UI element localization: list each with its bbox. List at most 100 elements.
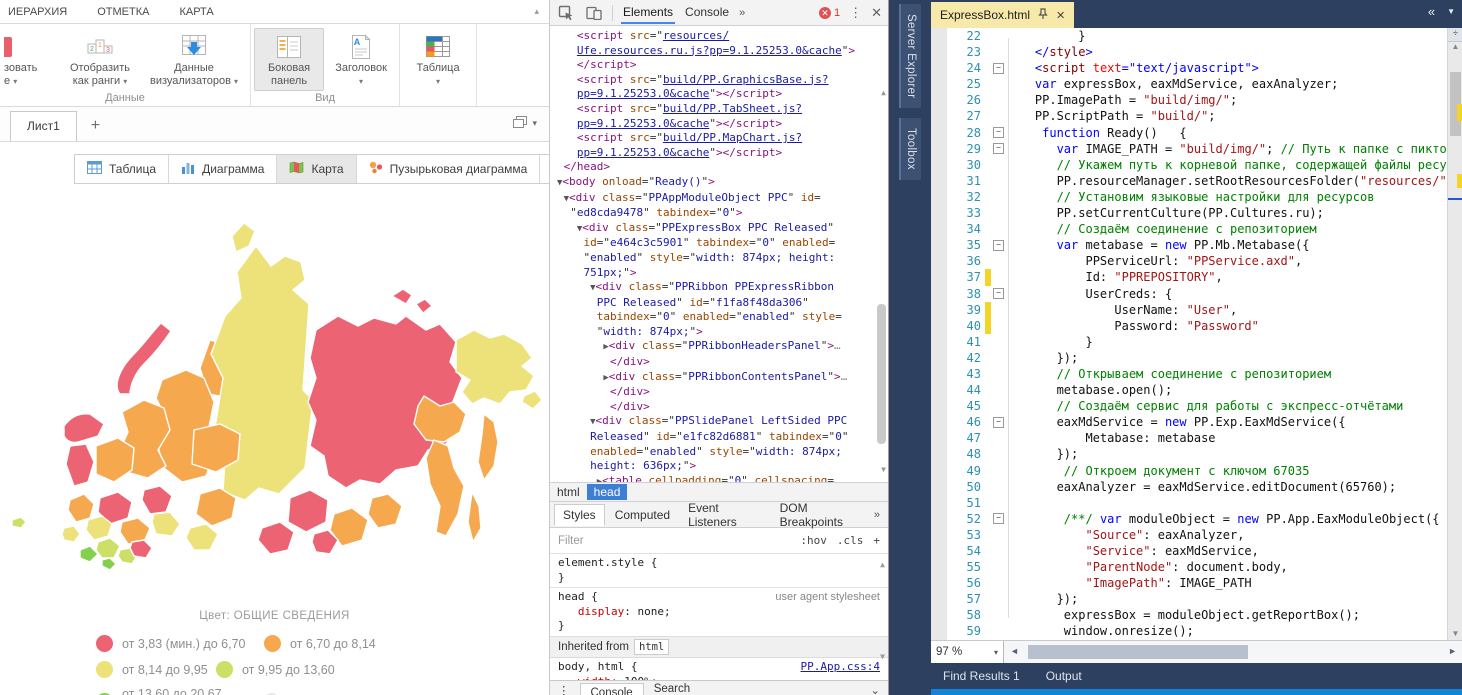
dom-tree-line[interactable]: pp=9.1.25253.0&cache"></script>: [557, 146, 874, 161]
code-line[interactable]: 27 PP.ScriptPath = "build/";: [947, 108, 1447, 124]
dom-tree-line[interactable]: ▼<div class="PPAppModuleObject PPC" id=: [557, 191, 874, 207]
fold-column[interactable]: −: [991, 237, 1006, 253]
dom-tree-line[interactable]: PPC Released" id="f1fa8f48da306": [557, 296, 874, 311]
code-line[interactable]: 58 expressBox = moduleObject.getReportBo…: [947, 607, 1447, 623]
map-region[interactable]: [96, 538, 120, 558]
tab-event-listeners[interactable]: Event Listeners: [680, 498, 770, 532]
ribbon-collapse-icon[interactable]: ▴: [534, 6, 539, 17]
map-region[interactable]: [68, 494, 94, 522]
dom-tree-line[interactable]: ▶<div class="PPRibbonContentsPanel">…: [557, 370, 874, 386]
map-region[interactable]: [62, 526, 80, 542]
code-line[interactable]: 59 window.onresize();: [947, 623, 1447, 639]
map-region[interactable]: [80, 546, 98, 562]
tab-elements[interactable]: Elements: [621, 1, 675, 24]
code-line[interactable]: 47 Metabase: metabase: [947, 430, 1447, 446]
editor-vertical-scrollbar[interactable]: ÷ ▲ ▼: [1447, 28, 1462, 640]
code-line[interactable]: 28− function Ready() {: [947, 125, 1447, 141]
clipped-button[interactable]: зоватье ▾: [3, 28, 59, 91]
code-line[interactable]: 34 // Создаём соединение с репозиторием: [947, 221, 1447, 237]
collapse-region-icon[interactable]: −: [993, 288, 1004, 299]
zoom-dropdown[interactable]: 97 % ▾: [931, 641, 1004, 663]
dom-tree-line[interactable]: </div>: [557, 400, 874, 415]
code-line[interactable]: 33 PP.setCurrentCulture(PP.Cultures.ru);: [947, 205, 1447, 221]
show-as-ranks-button[interactable]: 213Отобразитькак ранги ▾: [61, 28, 139, 91]
ribbon-tab-2[interactable]: ОТМЕТКА: [97, 6, 149, 18]
drawer-tab-search[interactable]: Search: [654, 683, 690, 695]
code-line[interactable]: 41 }: [947, 334, 1447, 350]
map-region[interactable]: [426, 440, 464, 536]
fold-column[interactable]: −: [991, 60, 1006, 76]
visualizer-tab-5[interactable]: Пузырьковое де: [540, 155, 550, 183]
error-badge[interactable]: ✕1: [819, 7, 840, 19]
side-panel-button[interactable]: Боковаяпанель: [254, 28, 324, 91]
new-rule-button[interactable]: +: [873, 534, 880, 547]
dom-tree-line[interactable]: "width: 874px;">: [557, 325, 874, 340]
vs-bottom-tab-output[interactable]: Output: [1046, 669, 1082, 683]
code-line[interactable]: 54 "Service": eaxMdService,: [947, 543, 1447, 559]
drawer-menu-icon[interactable]: ⋮: [558, 683, 570, 695]
sheet-tab[interactable]: Лист1: [10, 111, 77, 141]
data-visualizers-button[interactable]: Данныевизуализаторов ▾: [141, 28, 247, 91]
filter-input[interactable]: Filter: [558, 535, 584, 547]
tab-computed[interactable]: Computed: [607, 505, 678, 525]
code-line[interactable]: 22 }: [947, 28, 1447, 44]
scroll-right-icon[interactable]: ►: [1448, 646, 1457, 656]
ribbon-tab-3[interactable]: КАРТА: [179, 6, 213, 18]
pin-icon[interactable]: [1038, 8, 1048, 23]
scroll-down-icon[interactable]: ▼: [880, 650, 885, 665]
map-region[interactable]: [392, 289, 412, 304]
css-selector[interactable]: head {: [558, 590, 598, 605]
breadcrumb-head[interactable]: head: [587, 484, 628, 500]
more-tabs-icon[interactable]: »: [739, 7, 745, 19]
code-line[interactable]: 25 var expressBox, eaxMdService, eaxAnal…: [947, 76, 1447, 92]
css-selector[interactable]: body, html {: [558, 660, 637, 675]
sheet-menu-arrow-icon[interactable]: ▾: [532, 118, 537, 129]
map-region[interactable]: [522, 391, 542, 409]
dom-tree-line[interactable]: ▼<div class="PPExpressBox PPC Released": [557, 221, 874, 237]
fold-column[interactable]: −: [991, 414, 1006, 430]
code-line[interactable]: 31 PP.resourceManager.setRootResourcesFo…: [947, 173, 1447, 189]
drawer-tab-console[interactable]: Console: [580, 683, 644, 695]
more-tabs-icon[interactable]: »: [874, 509, 888, 521]
code-line[interactable]: 50 eaxAnalyzer = eaxMdService.editDocume…: [947, 479, 1447, 495]
dom-tree-line[interactable]: </head>: [557, 160, 874, 175]
dom-tree-line[interactable]: enabled="enabled" style="width: 874px;: [557, 445, 874, 460]
fold-column[interactable]: −: [991, 141, 1006, 157]
dom-tree-line[interactable]: <script src="resources/: [557, 29, 874, 44]
dom-tree-scrollbar[interactable]: ▲ ▼: [876, 26, 887, 482]
map-region[interactable]: [456, 330, 534, 404]
code-line[interactable]: 26 PP.ImagePath = "build/img/";: [947, 92, 1447, 108]
map-region[interactable]: [288, 490, 328, 532]
dom-tree[interactable]: <script src="resources/ Ufe.resources.ru…: [550, 26, 888, 482]
map-region[interactable]: [258, 522, 294, 554]
scroll-up-icon[interactable]: ▲: [1448, 42, 1462, 51]
document-tab[interactable]: ExpressBox.html ✕: [931, 2, 1074, 28]
dom-tree-line[interactable]: id="e464c3c5901" tabindex="0" enabled=: [557, 236, 874, 251]
code-line[interactable]: 52− /**/ var moduleObject = new PP.App.E…: [947, 511, 1447, 527]
table-button[interactable]: Таблица▾: [403, 28, 473, 91]
scroll-down-icon[interactable]: ▼: [1448, 629, 1462, 638]
map-region[interactable]: [102, 558, 116, 570]
scrollbar-thumb[interactable]: [877, 304, 886, 444]
devtools-close-icon[interactable]: ✕: [871, 5, 882, 21]
add-sheet-button[interactable]: +: [77, 117, 114, 141]
map-region[interactable]: [478, 414, 498, 480]
collapse-region-icon[interactable]: −: [993, 143, 1004, 154]
visualizer-tab-4[interactable]: Пузырьковая диаграмма: [357, 155, 541, 183]
dom-tree-line[interactable]: ▼<div class="PPSlidePanel LeftSided PPC: [557, 414, 874, 430]
map-region[interactable]: [468, 492, 481, 542]
dom-tree-line[interactable]: ▼<body onload="Ready()">: [557, 175, 874, 191]
dom-tree-line[interactable]: </script>: [557, 58, 874, 73]
dom-tree-line[interactable]: ▶<table cellpadding="0" cellspacing=: [557, 474, 874, 482]
map-region[interactable]: [232, 223, 255, 252]
dom-tree-line[interactable]: tabindex="0" enabled="enabled" style=: [557, 310, 874, 325]
code-line[interactable]: 23 </style>: [947, 44, 1447, 60]
splitter-grip-icon[interactable]: ÷: [1448, 28, 1462, 42]
fold-column[interactable]: −: [991, 511, 1006, 527]
map-region[interactable]: [368, 494, 402, 528]
stylesheet-link[interactable]: PP.App.css:4: [801, 660, 880, 675]
code-line[interactable]: 36 PPServiceUrl: "PPService.axd",: [947, 253, 1447, 269]
vs-side-tab-server-explorer[interactable]: Server Explorer: [899, 4, 921, 108]
dom-tree-line[interactable]: <script src="build/PP.GraphicsBase.js?: [557, 73, 874, 88]
map-region[interactable]: [64, 414, 104, 443]
